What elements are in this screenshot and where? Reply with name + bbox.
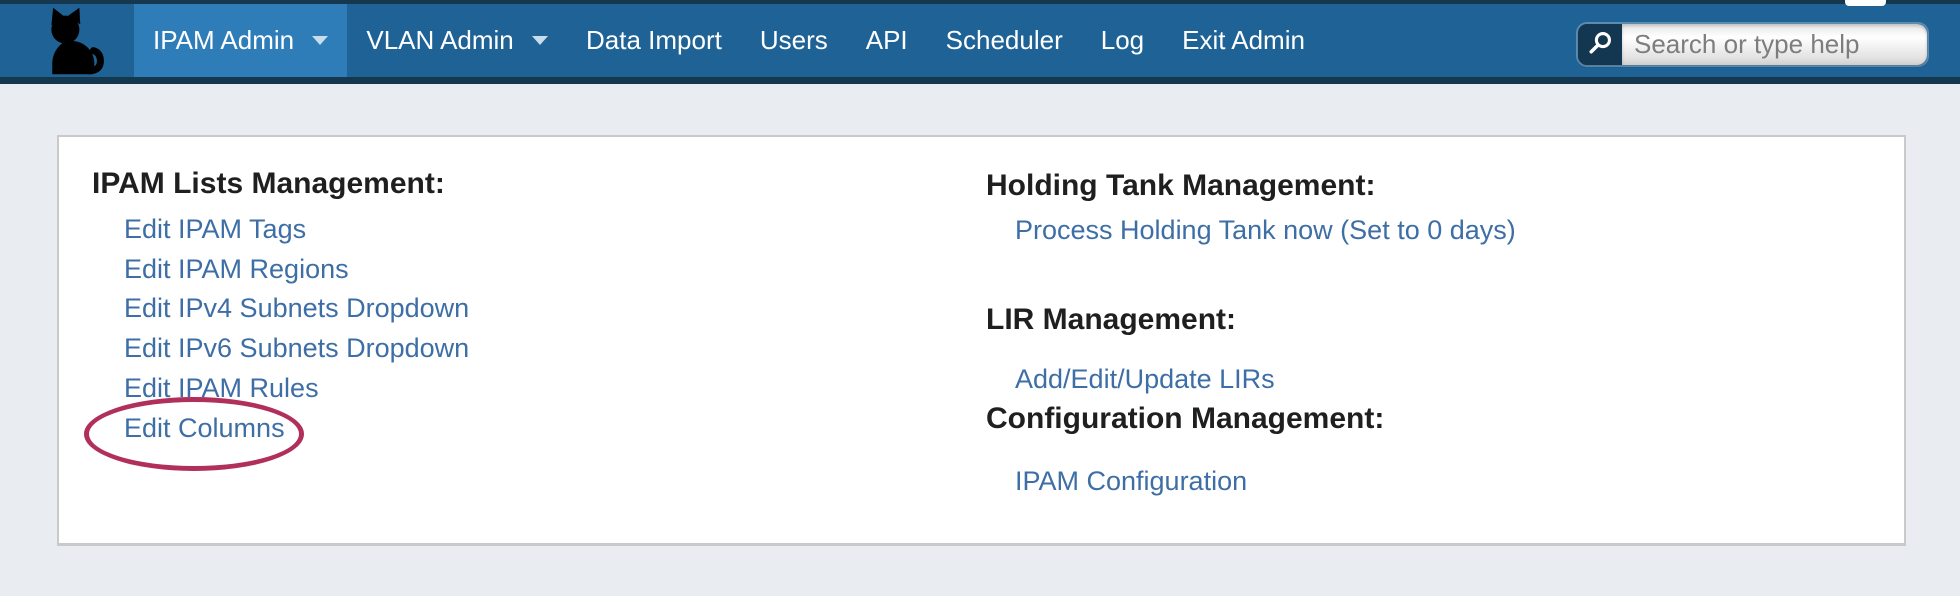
holding-tank-management-heading: Holding Tank Management: bbox=[986, 169, 1375, 202]
magnifier-icon bbox=[1586, 29, 1614, 60]
top-navbar: IPAM Admin VLAN Admin Data Import Users … bbox=[0, 0, 1960, 84]
nav-item-label: Users bbox=[760, 25, 828, 55]
nav-item-label: Exit Admin bbox=[1182, 25, 1305, 55]
nav-item-label: Log bbox=[1101, 25, 1144, 55]
chevron-down-icon bbox=[532, 36, 548, 45]
search-widget bbox=[1578, 24, 1927, 65]
chevron-down-icon bbox=[312, 36, 328, 45]
link-ipam-configuration[interactable]: IPAM Configuration bbox=[1015, 466, 1247, 497]
nav-item-log[interactable]: Log bbox=[1082, 4, 1163, 77]
nav-item-scheduler[interactable]: Scheduler bbox=[927, 4, 1082, 77]
nav-item-label: API bbox=[866, 25, 908, 55]
search-input[interactable] bbox=[1622, 24, 1927, 65]
link-edit-ipam-tags[interactable]: Edit IPAM Tags bbox=[124, 214, 306, 245]
lir-management-heading: LIR Management: bbox=[986, 303, 1236, 336]
search-button[interactable] bbox=[1578, 24, 1622, 65]
ipam-lists-management-heading: IPAM Lists Management: bbox=[92, 167, 445, 200]
link-edit-ipv6-subnets-dropdown[interactable]: Edit IPv6 Subnets Dropdown bbox=[124, 333, 469, 364]
nav-item-api[interactable]: API bbox=[847, 4, 927, 77]
nav-item-data-import[interactable]: Data Import bbox=[567, 4, 741, 77]
link-edit-ipam-regions[interactable]: Edit IPAM Regions bbox=[124, 254, 349, 285]
nav-item-label: IPAM Admin bbox=[153, 25, 294, 55]
nav-item-label: Scheduler bbox=[946, 25, 1063, 55]
link-process-holding-tank[interactable]: Process Holding Tank now (Set to 0 days) bbox=[1015, 215, 1516, 246]
nav-item-ipam-admin[interactable]: IPAM Admin bbox=[134, 4, 347, 77]
link-edit-ipam-rules[interactable]: Edit IPAM Rules bbox=[124, 373, 319, 404]
nav-item-users[interactable]: Users bbox=[741, 4, 847, 77]
nav-menu: IPAM Admin VLAN Admin Data Import Users … bbox=[134, 4, 1324, 77]
nav-item-label: VLAN Admin bbox=[366, 25, 513, 55]
link-edit-columns[interactable]: Edit Columns bbox=[124, 413, 285, 444]
configuration-management-heading: Configuration Management: bbox=[986, 402, 1384, 435]
nav-item-vlan-admin[interactable]: VLAN Admin bbox=[347, 4, 567, 77]
nav-item-exit-admin[interactable]: Exit Admin bbox=[1163, 4, 1324, 77]
top-edge-notch bbox=[1845, 0, 1886, 6]
cat-logo[interactable] bbox=[36, 6, 114, 76]
admin-management-panel: IPAM Lists Management: Edit IPAM Tags Ed… bbox=[57, 135, 1906, 546]
nav-item-label: Data Import bbox=[586, 25, 722, 55]
link-edit-ipv4-subnets-dropdown[interactable]: Edit IPv4 Subnets Dropdown bbox=[124, 293, 469, 324]
cat-icon bbox=[36, 63, 114, 80]
link-add-edit-update-lirs[interactable]: Add/Edit/Update LIRs bbox=[1015, 364, 1275, 395]
